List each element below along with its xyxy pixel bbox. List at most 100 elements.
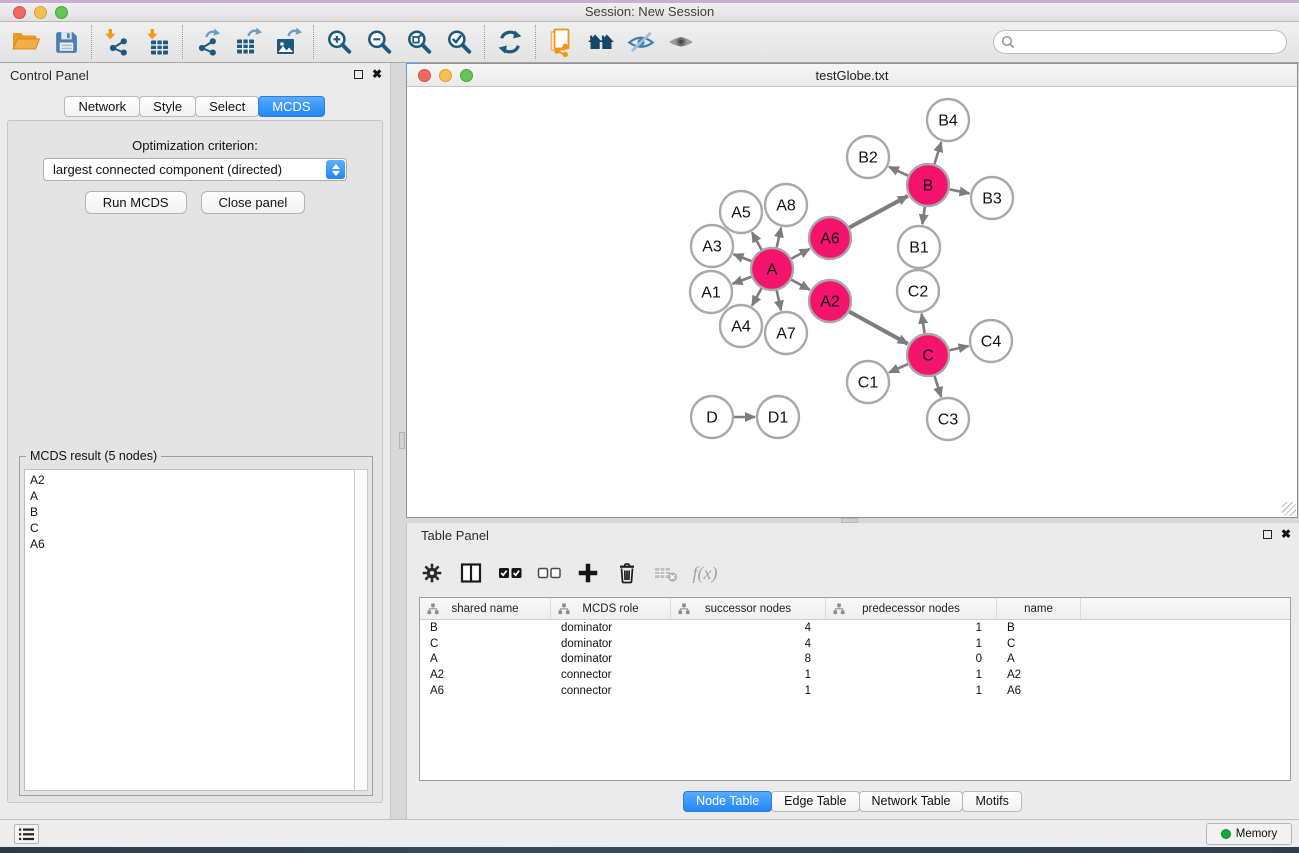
cell-MCDS-role[interactable]: dominator bbox=[551, 638, 671, 650]
result-item[interactable]: A bbox=[30, 488, 354, 504]
home-layout-button[interactable] bbox=[581, 24, 621, 61]
edge-A-A6[interactable] bbox=[791, 249, 809, 259]
cell-shared-name[interactable]: B bbox=[420, 622, 551, 634]
tab-edge-table[interactable]: Edge Table bbox=[771, 791, 859, 812]
result-scrollbar[interactable] bbox=[354, 469, 368, 791]
delete-table-button[interactable] bbox=[649, 556, 683, 590]
show-columns-button[interactable] bbox=[454, 556, 488, 590]
cell-predecessor-nodes[interactable]: 1 bbox=[826, 622, 997, 634]
import-table-button[interactable] bbox=[137, 24, 177, 61]
hide-panel-button[interactable] bbox=[621, 24, 661, 61]
tab-select[interactable]: Select bbox=[195, 96, 259, 117]
cell-successor-nodes[interactable]: 4 bbox=[671, 638, 826, 650]
function-builder-button[interactable]: f(x) bbox=[688, 556, 722, 590]
edge-A-A2[interactable] bbox=[791, 280, 810, 290]
edge-A-A4[interactable] bbox=[752, 288, 762, 305]
graph-node-A1[interactable]: A1 bbox=[690, 271, 732, 313]
graph-node-A4[interactable]: A4 bbox=[720, 305, 762, 347]
export-image-button[interactable] bbox=[268, 24, 308, 61]
graph-node-C[interactable]: C bbox=[907, 334, 949, 376]
column-header-predecessor-nodes[interactable]: predecessor nodes bbox=[826, 598, 997, 619]
tab-network[interactable]: Network bbox=[64, 96, 140, 117]
graph-node-A8[interactable]: A8 bbox=[765, 184, 807, 226]
graph-node-A7[interactable]: A7 bbox=[765, 312, 807, 354]
table-settings-button[interactable] bbox=[415, 556, 449, 590]
edge-B-B2[interactable] bbox=[889, 167, 908, 176]
criterion-dropdown[interactable]: largest connected component (directed) bbox=[43, 158, 347, 181]
zoom-in-button[interactable] bbox=[319, 24, 359, 61]
zoom-selected-button[interactable] bbox=[439, 24, 479, 61]
edge-A-A8[interactable] bbox=[777, 227, 781, 247]
graph-node-A3[interactable]: A3 bbox=[691, 225, 733, 267]
table-row[interactable]: A6connector11A6 bbox=[420, 683, 1290, 699]
table-row[interactable]: A2connector11A2 bbox=[420, 667, 1290, 683]
network-canvas[interactable]: B4B2BB3A8A5A6A3B1AA1C2A2A4A7C4CC1C3DD1 bbox=[407, 87, 1297, 517]
network-file-button[interactable] bbox=[541, 24, 581, 61]
resize-grip[interactable] bbox=[1282, 502, 1296, 516]
graph-node-C1[interactable]: C1 bbox=[847, 361, 889, 403]
network-window-titlebar[interactable]: testGlobe.txt bbox=[407, 64, 1297, 87]
cell-shared-name[interactable]: C bbox=[420, 638, 551, 650]
graph-node-C2[interactable]: C2 bbox=[897, 270, 939, 312]
cell-name[interactable]: A bbox=[997, 653, 1081, 665]
tab-style[interactable]: Style bbox=[139, 96, 196, 117]
tab-node-table[interactable]: Node Table bbox=[683, 791, 772, 812]
result-item[interactable]: A2 bbox=[30, 472, 354, 488]
result-item[interactable]: C bbox=[30, 520, 354, 536]
open-session-button[interactable] bbox=[6, 24, 46, 61]
cell-MCDS-role[interactable]: connector bbox=[551, 669, 671, 681]
run-mcds-button[interactable]: Run MCDS bbox=[85, 191, 187, 214]
cell-name[interactable]: A6 bbox=[997, 685, 1081, 697]
edge-A6-B[interactable] bbox=[849, 196, 907, 228]
graph-node-B[interactable]: B bbox=[907, 164, 949, 206]
cell-predecessor-nodes[interactable]: 1 bbox=[826, 685, 997, 697]
refresh-view-button[interactable] bbox=[490, 24, 530, 61]
graph-node-A2[interactable]: A2 bbox=[809, 280, 851, 322]
graph-node-C4[interactable]: C4 bbox=[970, 320, 1012, 362]
table-body[interactable]: Bdominator41BCdominator41CAdominator80AA… bbox=[420, 620, 1290, 699]
close-panel-icon[interactable]: ✖ bbox=[372, 69, 382, 79]
table-row[interactable]: Cdominator41C bbox=[420, 636, 1290, 652]
cell-successor-nodes[interactable]: 1 bbox=[671, 685, 826, 697]
graph-node-B1[interactable]: B1 bbox=[898, 226, 940, 268]
edge-C-C3[interactable] bbox=[935, 376, 942, 397]
tab-network-table[interactable]: Network Table bbox=[859, 791, 964, 812]
zoom-fit-button[interactable] bbox=[399, 24, 439, 61]
save-session-button[interactable] bbox=[46, 24, 86, 61]
table-row[interactable]: Bdominator41B bbox=[420, 620, 1290, 636]
graph-node-A[interactable]: A bbox=[751, 248, 793, 290]
result-item[interactable]: B bbox=[30, 504, 354, 520]
graph-node-D1[interactable]: D1 bbox=[757, 396, 799, 438]
network-graph[interactable]: B4B2BB3A8A5A6A3B1AA1C2A2A4A7C4CC1C3DD1 bbox=[407, 87, 1297, 517]
table-row[interactable]: Adominator80A bbox=[420, 652, 1290, 668]
column-header-successor-nodes[interactable]: successor nodes bbox=[671, 598, 826, 619]
tab-motifs[interactable]: Motifs bbox=[962, 791, 1021, 812]
delete-column-button[interactable] bbox=[610, 556, 644, 590]
graph-node-D[interactable]: D bbox=[691, 396, 733, 438]
column-header-MCDS-role[interactable]: MCDS role bbox=[551, 598, 671, 619]
edge-C-C1[interactable] bbox=[889, 364, 908, 373]
tab-mcds[interactable]: MCDS bbox=[258, 96, 324, 117]
cell-successor-nodes[interactable]: 1 bbox=[671, 669, 826, 681]
vertical-splitter-handle[interactable] bbox=[399, 432, 405, 449]
cell-shared-name[interactable]: A6 bbox=[420, 685, 551, 697]
graph-node-B2[interactable]: B2 bbox=[847, 136, 889, 178]
edge-C-C2[interactable] bbox=[922, 314, 925, 334]
cell-name[interactable]: B bbox=[997, 622, 1081, 634]
edge-A-A1[interactable] bbox=[733, 277, 752, 284]
column-header-shared-name[interactable]: shared name bbox=[420, 598, 551, 619]
export-network-button[interactable] bbox=[188, 24, 228, 61]
show-panel-button[interactable] bbox=[661, 24, 701, 61]
add-column-button[interactable] bbox=[571, 556, 605, 590]
cell-MCDS-role[interactable]: dominator bbox=[551, 622, 671, 634]
task-history-button[interactable] bbox=[14, 824, 39, 844]
column-header-name[interactable]: name bbox=[997, 598, 1081, 619]
select-all-rows-button[interactable] bbox=[493, 556, 527, 590]
float-panel-icon[interactable] bbox=[1263, 530, 1272, 539]
edge-B-B3[interactable] bbox=[950, 189, 970, 193]
cell-name[interactable]: C bbox=[997, 638, 1081, 650]
cell-MCDS-role[interactable]: connector bbox=[551, 685, 671, 697]
edge-B-B4[interactable] bbox=[934, 142, 941, 164]
table-header-row[interactable]: shared nameMCDS rolesuccessor nodesprede… bbox=[420, 598, 1290, 620]
cell-shared-name[interactable]: A2 bbox=[420, 669, 551, 681]
